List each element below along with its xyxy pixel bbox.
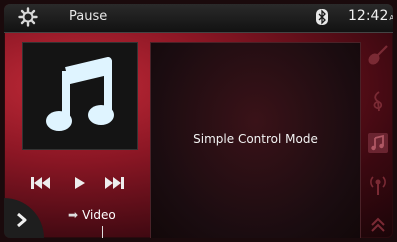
video-label: Video (82, 208, 116, 222)
screen: Pause 12:42AM Simple Control Mode (4, 4, 393, 238)
clock-ampm: AM (389, 14, 393, 22)
skip-next-icon[interactable] (104, 176, 126, 190)
status-bar: Pause 12:42AM (4, 4, 393, 33)
skip-previous-icon[interactable] (31, 176, 51, 190)
treble-clef-icon[interactable] (367, 90, 389, 112)
expand-button[interactable] (4, 198, 44, 238)
clock: 12:42AM (348, 8, 393, 24)
chevron-right-icon (17, 212, 27, 228)
antenna-icon[interactable] (367, 174, 389, 196)
arrow-right-icon: ➡ (68, 208, 79, 222)
panel-label: Simple Control Mode (193, 132, 318, 146)
callout-line (102, 226, 103, 238)
play-icon[interactable] (74, 176, 86, 190)
bluetooth-icon (316, 9, 328, 25)
clock-time: 12:42 (348, 8, 389, 24)
source-sidebar (363, 32, 393, 238)
gear-icon[interactable] (18, 7, 38, 27)
simple-control-panel[interactable]: Simple Control Mode (150, 42, 361, 238)
album-art (22, 42, 138, 150)
music-note-icon (46, 57, 114, 131)
music-note-icon[interactable] (367, 132, 389, 154)
playback-status: Pause (69, 9, 108, 24)
chevron-up-icon[interactable] (367, 214, 389, 236)
guitar-icon[interactable] (367, 44, 389, 66)
video-source-link[interactable]: ➡ Video (68, 208, 116, 222)
